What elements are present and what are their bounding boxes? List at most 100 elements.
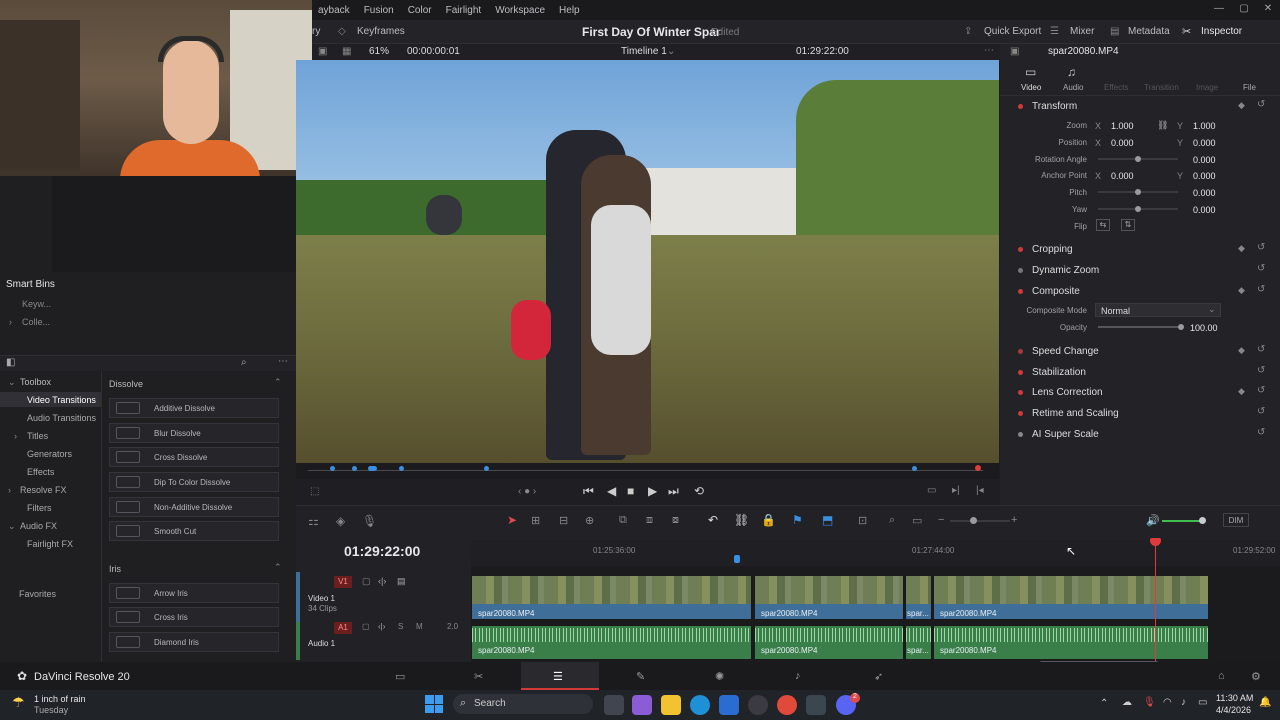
reset-icon[interactable]: ↺ bbox=[1257, 365, 1265, 376]
tree-effects[interactable]: Effects bbox=[27, 467, 54, 477]
close-icon[interactable]: ✕ bbox=[1261, 3, 1275, 17]
transform-section[interactable]: Transform ◆ ↺ bbox=[1000, 97, 1280, 117]
windows-start-icon[interactable] bbox=[425, 695, 443, 713]
metadata-icon[interactable]: ▤ bbox=[1110, 26, 1119, 37]
flip-horizontal-icon[interactable]: ⇆ bbox=[1096, 219, 1110, 231]
volume-knob[interactable] bbox=[1199, 517, 1206, 524]
weather-text[interactable]: 1 inch of rain bbox=[34, 694, 86, 704]
enable-dot[interactable] bbox=[1018, 432, 1023, 437]
edge-icon[interactable] bbox=[690, 695, 710, 715]
panel-toggle-icon[interactable]: ◧ bbox=[6, 357, 15, 368]
pitch-knob[interactable] bbox=[1135, 189, 1141, 195]
tree-audio-fx[interactable]: Audio FX bbox=[20, 521, 57, 531]
store-icon[interactable] bbox=[719, 695, 739, 715]
transition-additive-dissolve[interactable]: Additive Dissolve bbox=[109, 398, 279, 418]
reset-icon[interactable]: ↺ bbox=[1257, 427, 1265, 438]
position-y-field[interactable]: 0.000 bbox=[1193, 138, 1216, 148]
menu-playback[interactable]: ayback bbox=[312, 5, 358, 16]
davinci-resolve-icon[interactable] bbox=[806, 695, 826, 715]
timeline-marker[interactable] bbox=[734, 555, 740, 563]
reset-icon[interactable]: ↺ bbox=[1257, 242, 1265, 253]
speed-change-section[interactable]: Speed Change ◆ ↺ bbox=[1000, 342, 1280, 362]
metadata-button[interactable]: Metadata bbox=[1128, 26, 1170, 37]
chevron-down-icon[interactable]: ⌄ bbox=[8, 377, 16, 388]
keyframe-icon[interactable]: ◆ bbox=[1238, 345, 1245, 356]
transition-dip-to-color[interactable]: Dip To Color Dissolve bbox=[109, 472, 279, 492]
link-icon[interactable]: ⛓ bbox=[1157, 120, 1168, 131]
link-icon[interactable]: ⛓ bbox=[734, 513, 749, 527]
volume-icon[interactable]: 🔊 bbox=[1146, 514, 1160, 527]
chevron-right-icon[interactable]: › bbox=[8, 485, 11, 495]
microphone-icon[interactable]: 🎙 bbox=[1143, 697, 1156, 708]
prev-edit-icon[interactable]: ▸| bbox=[952, 485, 960, 496]
chevron-right-icon[interactable]: › bbox=[9, 317, 12, 327]
mixer-button[interactable]: Mixer bbox=[1070, 26, 1094, 37]
enable-dot[interactable] bbox=[1018, 247, 1023, 252]
video-clip[interactable]: spar... bbox=[905, 575, 932, 620]
reset-icon[interactable]: ↺ bbox=[1257, 344, 1265, 355]
dim-button[interactable]: DIM bbox=[1223, 513, 1249, 527]
viewer-scrubber[interactable] bbox=[296, 463, 999, 479]
track-lock-icon[interactable]: ▢ bbox=[362, 622, 370, 631]
mixer-icon[interactable]: ☰ bbox=[1050, 26, 1059, 37]
enable-dot[interactable] bbox=[1018, 390, 1023, 395]
enable-dot[interactable] bbox=[1018, 289, 1023, 294]
export-icon[interactable]: ⇪ bbox=[964, 26, 972, 37]
maximize-icon[interactable]: ▢ bbox=[1237, 3, 1251, 17]
enable-dot[interactable] bbox=[1018, 411, 1023, 416]
playhead-marker[interactable] bbox=[975, 465, 981, 471]
lock-icon[interactable]: 🔒 bbox=[761, 513, 776, 527]
file-explorer-icon[interactable] bbox=[661, 695, 681, 715]
go-to-start-icon[interactable]: ⏮ bbox=[583, 484, 594, 499]
speaker-icon[interactable]: ♪ bbox=[1181, 697, 1186, 708]
viewer-mode-icon[interactable]: ⬚ bbox=[310, 486, 319, 497]
video-clip[interactable]: spar20080.MP4 bbox=[471, 575, 752, 620]
next-edit-icon[interactable]: |◂ bbox=[976, 485, 984, 496]
copilot-icon[interactable] bbox=[632, 695, 652, 715]
marker-icon[interactable]: ⬒ bbox=[822, 513, 833, 527]
menu-fairlight[interactable]: Fairlight bbox=[440, 5, 490, 16]
auto-select-icon[interactable]: ‹|› bbox=[378, 622, 385, 631]
collapse-icon[interactable]: ⌃ bbox=[274, 377, 282, 388]
tree-audio-transitions[interactable]: Audio Transitions bbox=[27, 413, 96, 423]
reset-icon[interactable]: ↺ bbox=[1257, 385, 1265, 396]
inspector-layout-icon[interactable]: ▣ bbox=[1010, 46, 1019, 57]
anchor-x-field[interactable]: 0.000 bbox=[1111, 171, 1134, 181]
battery-icon[interactable]: ▭ bbox=[1198, 697, 1207, 708]
go-to-end-icon[interactable]: ⏭ bbox=[668, 484, 679, 499]
lens-correction-section[interactable]: Lens Correction ◆ ↺ bbox=[1000, 383, 1280, 403]
zoom-custom-icon[interactable]: ▭ bbox=[912, 514, 922, 527]
stabilization-section[interactable]: Stabilization ↺ bbox=[1000, 363, 1280, 383]
retime-scaling-section[interactable]: Retime and Scaling ↺ bbox=[1000, 404, 1280, 424]
effects-icon[interactable]: ◈ bbox=[336, 514, 345, 528]
zoom-knob[interactable] bbox=[970, 517, 977, 524]
cut-page-icon[interactable]: ✂ bbox=[474, 670, 483, 683]
audio-clip[interactable]: spar... bbox=[905, 625, 932, 660]
video-clip[interactable]: spar20080.MP4 bbox=[933, 575, 1209, 620]
chevron-up-icon[interactable]: ⌃ bbox=[1100, 698, 1108, 709]
tree-toolbox[interactable]: Toolbox bbox=[20, 377, 51, 387]
inspector-icon[interactable]: ✂ bbox=[1182, 25, 1191, 38]
mute-button[interactable]: M bbox=[416, 622, 423, 631]
layout-icon[interactable]: ⚏ bbox=[308, 514, 319, 528]
tab-audio[interactable]: Audio bbox=[1063, 83, 1083, 92]
chevron-down-icon[interactable]: ⌄ bbox=[667, 46, 675, 57]
chevron-down-icon[interactable]: ⌄ bbox=[8, 521, 16, 532]
home-icon[interactable]: ⌂ bbox=[1218, 670, 1225, 682]
opacity-slider[interactable] bbox=[1098, 326, 1178, 328]
v1-label[interactable]: V1 bbox=[334, 576, 352, 588]
fairlight-page-icon[interactable]: ♪ bbox=[795, 670, 801, 682]
media-page-icon[interactable]: ▭ bbox=[395, 670, 405, 683]
keyframe-icon[interactable]: ◆ bbox=[1238, 100, 1245, 111]
composite-mode-dropdown[interactable]: Normal ⌄ bbox=[1095, 303, 1221, 317]
weather-icon[interactable]: ☂ bbox=[12, 694, 25, 711]
video-tab-icon[interactable]: ▭ bbox=[1025, 65, 1036, 79]
zoom-slider[interactable] bbox=[950, 520, 1010, 522]
transition-blur-dissolve[interactable]: Blur Dissolve bbox=[109, 423, 279, 443]
menu-fusion[interactable]: Fusion bbox=[358, 5, 402, 16]
insert-icon[interactable]: ⧉ bbox=[619, 514, 627, 527]
menu-help[interactable]: Help bbox=[553, 5, 588, 16]
chevron-right-icon[interactable]: › bbox=[14, 431, 17, 441]
transition-diamond-iris[interactable]: Diamond Iris bbox=[109, 632, 279, 652]
play-icon[interactable]: ▶ bbox=[648, 484, 657, 498]
